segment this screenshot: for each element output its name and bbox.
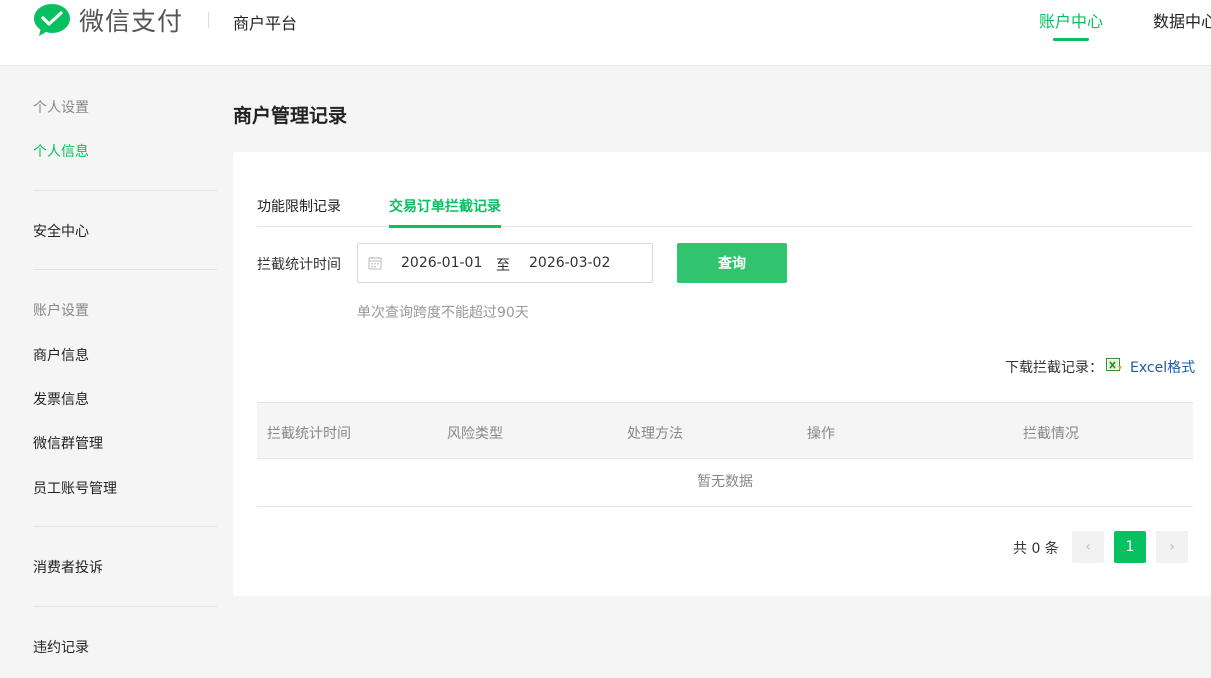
sidebar-item-personal-info[interactable]: 个人信息 (33, 141, 89, 161)
date-range-picker[interactable]: 2026-01-01 至 2026-03-02 (357, 243, 653, 283)
page-title: 商户管理记录 (233, 105, 348, 127)
nav-active-underline (1053, 38, 1089, 41)
platform-name: 商户平台 (233, 14, 298, 33)
excel-download-link[interactable]: Excel格式 (1130, 357, 1195, 377)
sidebar-item-wechat-group[interactable]: 微信群管理 (33, 433, 103, 453)
wechat-pay-logo-icon (34, 4, 70, 36)
wechat-pay-logo[interactable]: 微信支付 (33, 3, 183, 37)
sidebar-item-consumer-complaints[interactable]: 消费者投诉 (33, 557, 103, 577)
header-divider (208, 12, 209, 28)
download-label: 下载拦截记录： (1005, 360, 1103, 376)
sidebar-item-merchant-info[interactable]: 商户信息 (33, 345, 89, 365)
column-header: 风险类型 (447, 426, 503, 442)
date-range-hint: 单次查询跨度不能超过90天 (357, 305, 529, 321)
sidebar-group-personal: 个人设置 (33, 100, 89, 116)
tab-active-underline (389, 225, 501, 228)
column-header: 操作 (807, 426, 835, 442)
nav-account-center[interactable]: 账户中心 (1039, 8, 1103, 32)
tab-order-interception[interactable]: 交易订单拦截记录 (389, 196, 501, 216)
column-header: 拦截情况 (1023, 426, 1079, 442)
nav-data-center[interactable]: 数据中心 (1153, 8, 1211, 32)
start-date-input[interactable]: 2026-01-01 (401, 255, 482, 271)
excel-icon[interactable] (1106, 358, 1123, 373)
prev-page-button[interactable]: ‹ (1072, 531, 1104, 563)
top-header: 微信支付 商户平台 账户中心 数据中心 (0, 0, 1211, 66)
total-count: 共 0 条 (1013, 541, 1059, 557)
sidebar-item-invoice-info[interactable]: 发票信息 (33, 389, 89, 409)
sidebar-divider (33, 190, 217, 191)
date-separator: 至 (496, 258, 510, 274)
calendar-icon (368, 257, 382, 270)
filter-label: 拦截统计时间 (257, 257, 341, 273)
column-header: 拦截统计时间 (267, 426, 351, 442)
sidebar-divider (33, 269, 217, 270)
column-header: 处理方法 (627, 426, 683, 442)
logo-text: 微信支付 (79, 7, 184, 36)
sidebar-divider (33, 606, 217, 607)
empty-table-message: 暂无数据 (257, 459, 1193, 507)
page-number-current[interactable]: 1 (1114, 531, 1146, 563)
sidebar-item-violation-records[interactable]: 违约记录 (33, 637, 89, 657)
sidebar-group-account: 账户设置 (33, 303, 89, 319)
end-date-input[interactable]: 2026-03-02 (529, 255, 610, 271)
sidebar-item-security-center[interactable]: 安全中心 (33, 221, 89, 241)
sidebar-item-staff-accounts[interactable]: 员工账号管理 (33, 478, 117, 498)
query-button[interactable]: 查询 (677, 243, 787, 283)
next-page-button[interactable]: › (1156, 531, 1188, 563)
tab-function-restriction[interactable]: 功能限制记录 (257, 196, 341, 216)
table-header: 拦截统计时间 风险类型 处理方法 操作 拦截情况 (257, 402, 1193, 459)
sidebar-divider (33, 526, 217, 527)
